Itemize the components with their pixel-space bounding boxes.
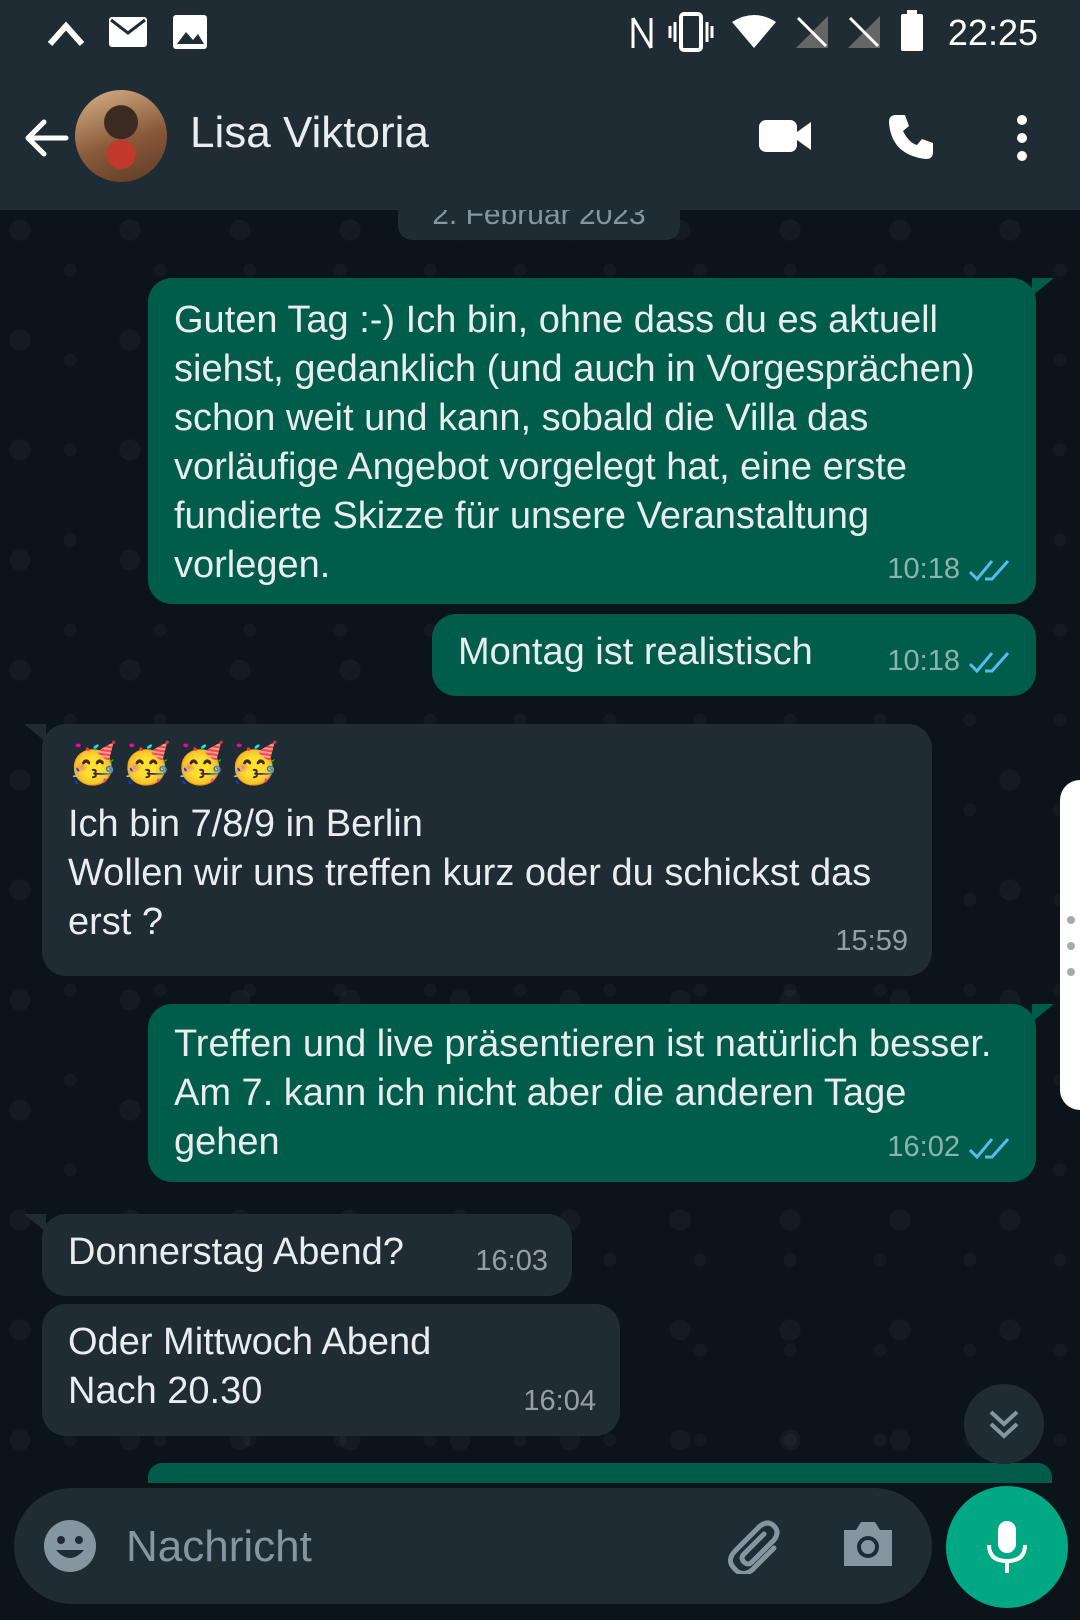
double-check-icon: [968, 651, 1010, 673]
message-text: Ich bin 7/8/9 in Berlin Wollen wir uns t…: [68, 803, 872, 943]
message-meta: 10:18: [887, 545, 1012, 594]
message-meta: 15:59: [835, 917, 908, 966]
status-bar: 22:25: [0, 0, 1080, 68]
bubble-tail: [24, 724, 46, 742]
message-input[interactable]: [124, 1516, 688, 1578]
clock: 22:25: [947, 12, 1038, 53]
battery-icon: [901, 10, 923, 51]
message-composer: [14, 1488, 932, 1604]
avatar[interactable]: [75, 90, 167, 182]
wifi-icon: [732, 15, 776, 48]
double-check-icon: [968, 1137, 1010, 1159]
message-time: 15:59: [835, 925, 908, 957]
double-chevron-down-icon: [989, 1410, 1019, 1439]
message-text: Treffen und live präsentieren ist natürl…: [174, 1023, 1000, 1163]
message-time: 16:04: [523, 1385, 596, 1417]
message-bubble-incoming[interactable]: Donnerstag Abend? 16:03: [24, 1214, 572, 1296]
message-text: Oder Mittwoch Abend Nach 20.30: [68, 1321, 432, 1412]
bubble-tail: [1032, 278, 1054, 296]
no-signal-icon: [796, 16, 828, 48]
message-meta: 16:04: [523, 1377, 596, 1426]
message-meta: 10:18: [887, 637, 1012, 686]
message-bubble-incoming[interactable]: 🥳🥳🥳🥳 Ich bin 7/8/9 in Berlin Wollen wir …: [24, 724, 932, 976]
message-bubble-incoming[interactable]: Oder Mittwoch Abend Nach 20.30 16:04: [42, 1304, 620, 1436]
camera-icon[interactable]: [840, 1518, 896, 1570]
edge-handle-dot: [1067, 942, 1075, 950]
message-bubble-outgoing[interactable]: Treffen und live präsentieren ist natürl…: [148, 1004, 1054, 1182]
vibrate-icon: [668, 12, 714, 52]
message-list[interactable]: 2. Februar 2023 Guten Tag :-) Ich bin, o…: [0, 210, 1080, 1480]
date-divider: 2. Februar 2023: [398, 210, 680, 240]
back-arrow-icon[interactable]: [22, 114, 70, 162]
message-time: 16:03: [475, 1245, 548, 1277]
message-time: 16:02: [887, 1131, 960, 1163]
message-bubble-outgoing[interactable]: Montag ist realistisch 10:18: [432, 614, 1036, 696]
message-meta: 16:03: [475, 1237, 548, 1286]
mail-icon: [109, 17, 147, 47]
chat-header: Lisa Viktoria: [0, 68, 1080, 210]
message-meta: 16:02: [887, 1123, 1012, 1172]
emoji-icon[interactable]: [42, 1518, 98, 1574]
message-bubble-outgoing[interactable]: Guten Tag :-) Ich bin, ohne dass du es a…: [148, 278, 1054, 604]
message-time: 10:18: [887, 645, 960, 677]
image-icon: [173, 15, 207, 49]
chevron-up-icon: [47, 21, 85, 46]
video-call-icon[interactable]: [757, 116, 813, 156]
edge-handle-dot: [1067, 968, 1075, 976]
attach-icon[interactable]: [724, 1518, 784, 1574]
no-signal-icon-2: [848, 16, 880, 48]
message-text: Guten Tag :-) Ich bin, ohne dass du es a…: [174, 299, 986, 586]
phone-call-icon[interactable]: [886, 112, 936, 162]
contact-name[interactable]: Lisa Viktoria: [190, 108, 429, 158]
nfc-icon: [631, 17, 653, 49]
scroll-to-bottom-button[interactable]: [964, 1384, 1044, 1464]
double-check-icon: [968, 559, 1010, 581]
bubble-tail: [1032, 1004, 1054, 1022]
bubble-tail: [24, 1214, 46, 1232]
edge-handle-dot: [1067, 916, 1075, 924]
party-emojis: 🥳🥳🥳🥳: [68, 742, 284, 786]
voice-message-button[interactable]: [946, 1486, 1068, 1608]
more-options-icon[interactable]: [1012, 114, 1032, 162]
message-time: 10:18: [887, 553, 960, 585]
message-bubble-partial: [148, 1463, 1052, 1483]
microphone-icon: [987, 1521, 1027, 1573]
